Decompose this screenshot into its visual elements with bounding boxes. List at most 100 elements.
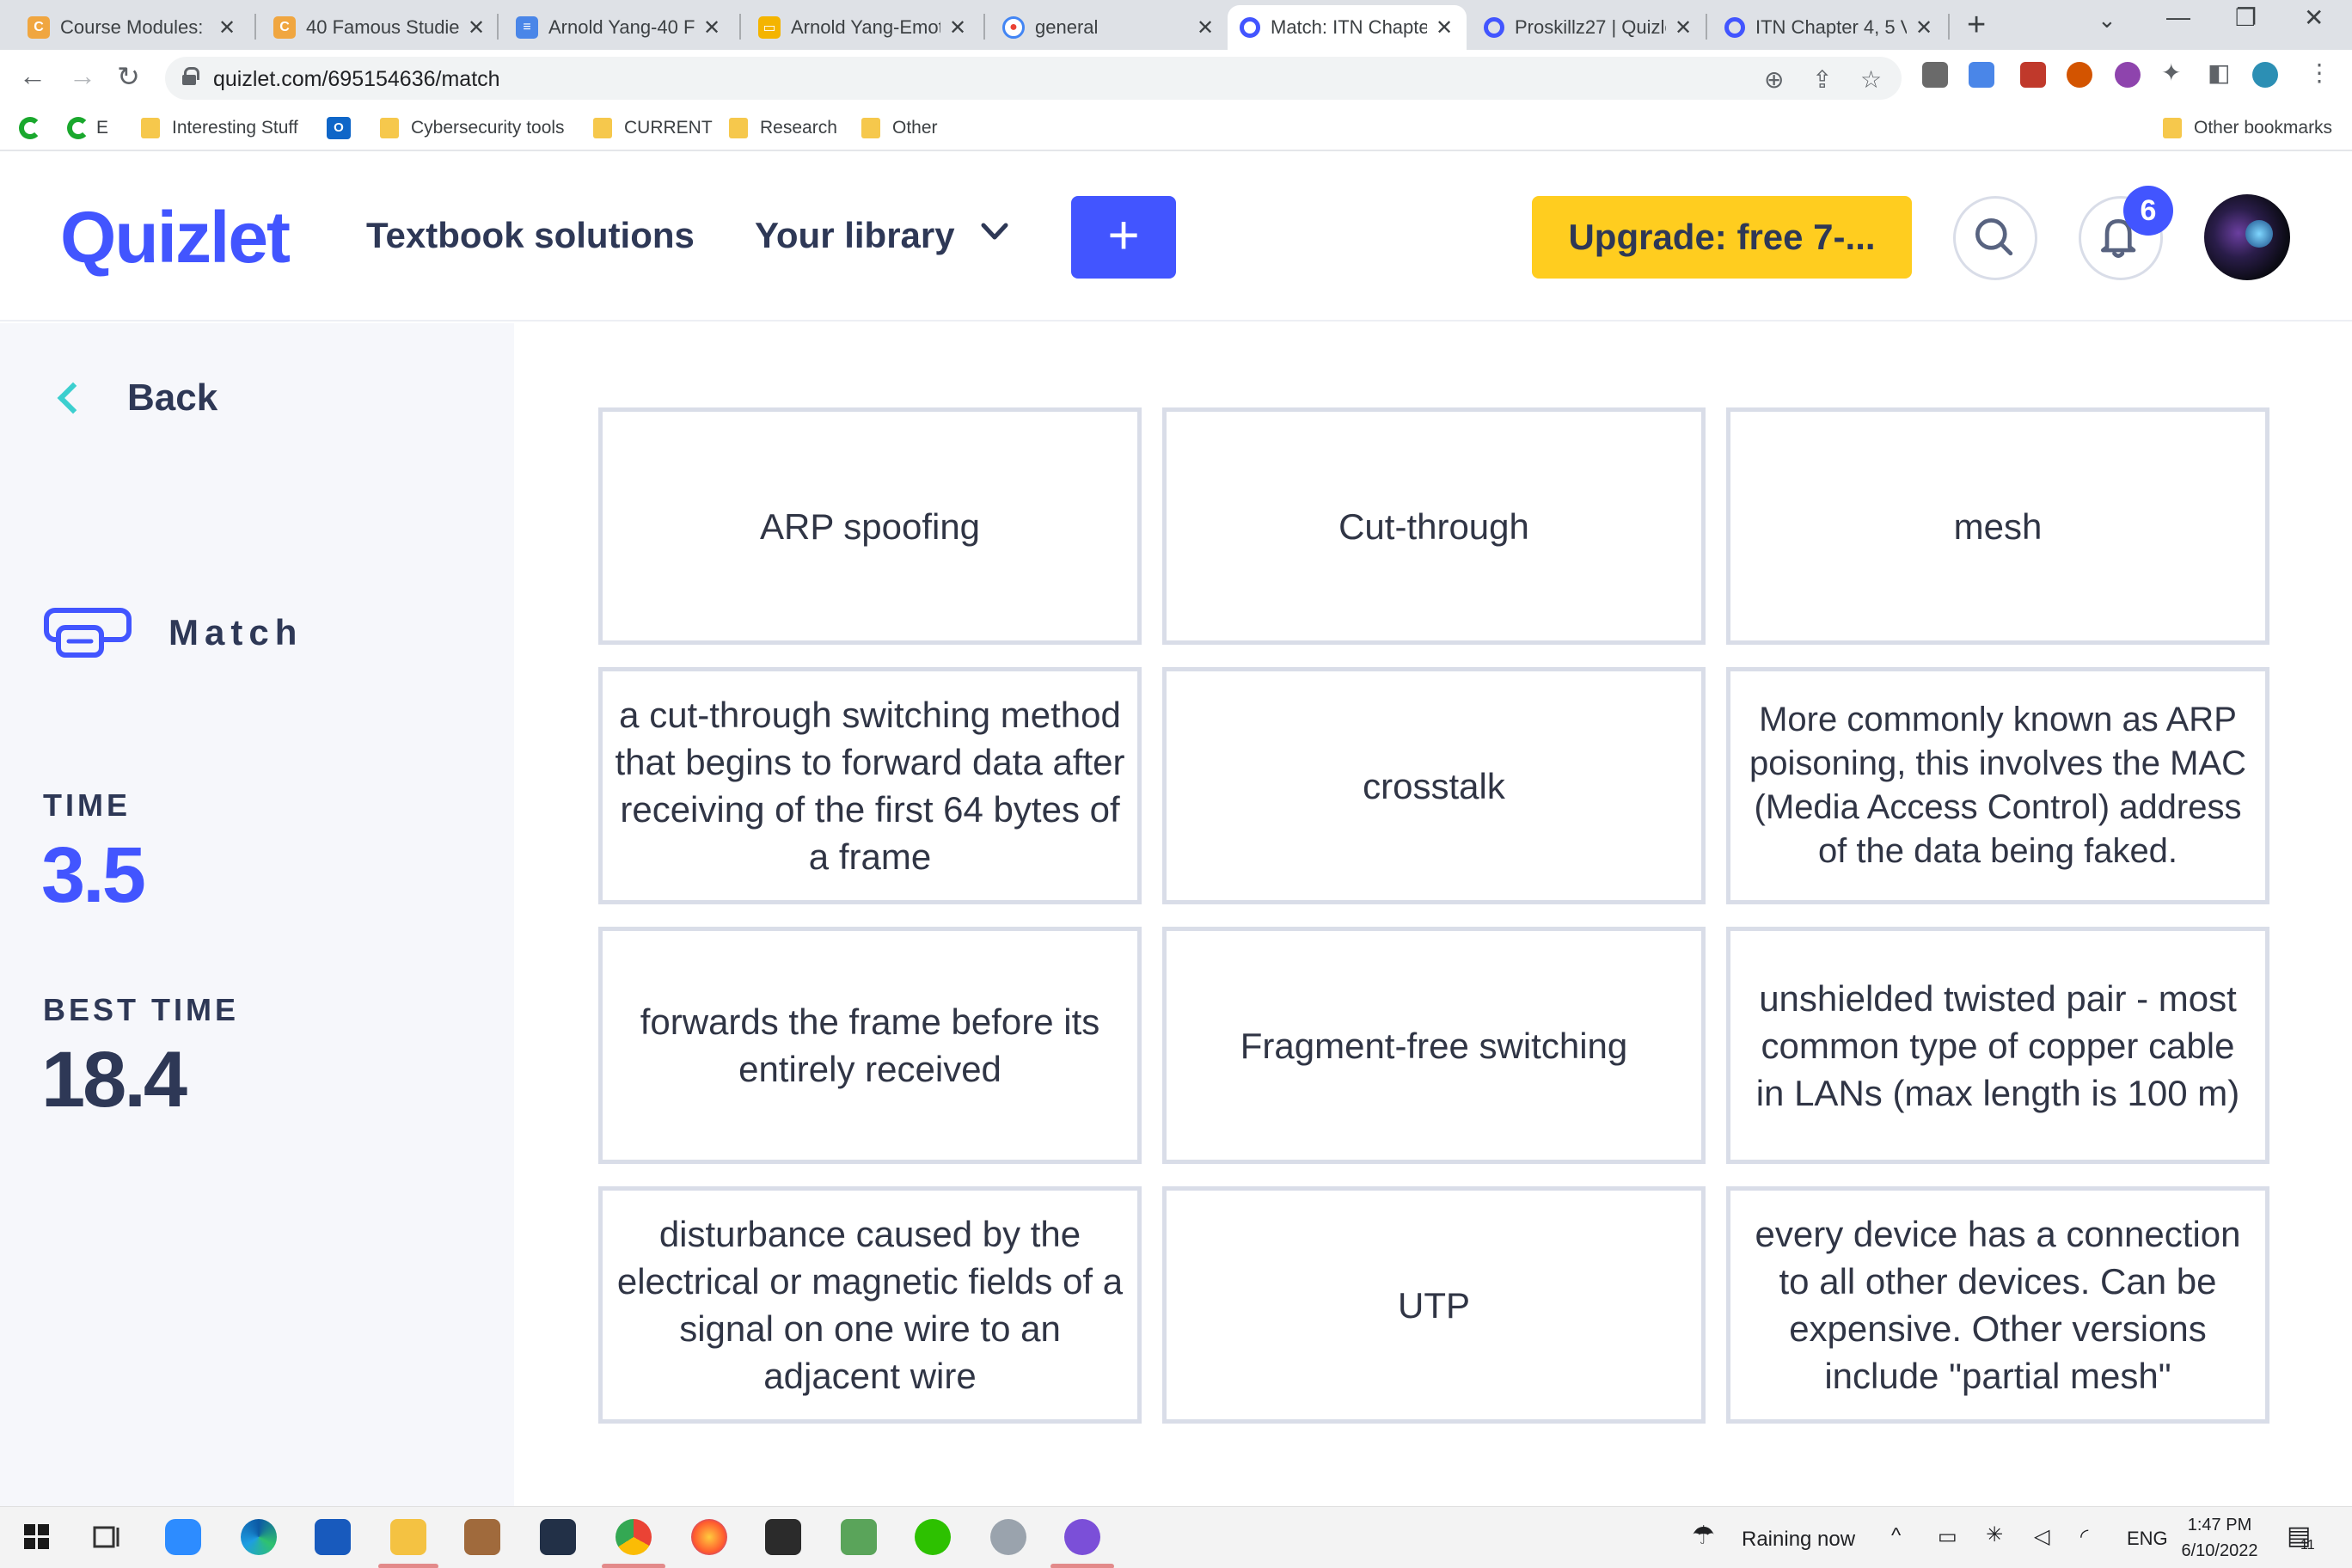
match-card[interactable]: a cut-through switching method that begi… bbox=[598, 667, 1142, 904]
match-card[interactable]: disturbance caused by the electrical or … bbox=[598, 1186, 1142, 1424]
chevron-down-icon[interactable] bbox=[980, 217, 1009, 246]
side-panel-icon[interactable]: ◧ bbox=[2208, 58, 2230, 87]
close-tab-icon[interactable]: ✕ bbox=[701, 15, 722, 40]
ublock-extension-icon[interactable] bbox=[2020, 62, 2046, 88]
zoom-app-icon[interactable] bbox=[165, 1519, 201, 1555]
battery-icon[interactable]: ▭ bbox=[1938, 1524, 1957, 1549]
chevron-left-icon bbox=[57, 382, 89, 414]
tab-arnold-doc[interactable]: ≡ Arnold Yang-40 Fa ✕ bbox=[504, 5, 734, 50]
translate-extension-icon[interactable] bbox=[1969, 62, 1994, 88]
new-tab-button[interactable]: + bbox=[1967, 7, 1986, 44]
tab-course-modules[interactable]: C Course Modules: I ✕ bbox=[15, 5, 249, 50]
back-arrow-icon[interactable]: ← bbox=[19, 60, 46, 92]
menu-kebab-icon[interactable]: ⋮ bbox=[2307, 58, 2331, 87]
restore-icon[interactable]: ❐ bbox=[2235, 3, 2257, 32]
match-card[interactable]: More commonly known as ARP poisoning, th… bbox=[1726, 667, 2269, 904]
match-card[interactable]: crosstalk bbox=[1162, 667, 1706, 904]
browser-toolbar: ← → ↻ quizlet.com/695154636/match ⊕ ⇪ ☆ … bbox=[0, 50, 2352, 107]
tab-match-active[interactable]: Match: ITN Chapte ✕ bbox=[1228, 5, 1467, 50]
bookmark-star-icon[interactable]: ☆ bbox=[1860, 65, 1882, 94]
folder-icon bbox=[2163, 118, 2182, 138]
address-bar[interactable]: quizlet.com/695154636/match ⊕ ⇪ ☆ bbox=[165, 57, 1902, 100]
tab-proskillz[interactable]: Proskillz27 | Quizle ✕ bbox=[1472, 5, 1706, 50]
app-icon[interactable] bbox=[841, 1519, 877, 1555]
tab-general[interactable]: ● general ✕ bbox=[990, 5, 1228, 50]
bookmark-e[interactable]: E bbox=[67, 115, 108, 141]
search-button[interactable] bbox=[1953, 196, 2037, 280]
match-card[interactable]: every device has a connection to all oth… bbox=[1726, 1186, 2269, 1424]
bookmark-cybersecurity[interactable]: Cybersecurity tools bbox=[380, 115, 565, 141]
wechat-icon[interactable] bbox=[915, 1519, 951, 1555]
quizlet-icon bbox=[1724, 17, 1745, 38]
language-indicator[interactable]: ENG bbox=[2127, 1528, 2168, 1550]
url-text[interactable]: quizlet.com/695154636/match bbox=[213, 67, 500, 92]
close-tab-icon[interactable]: ✕ bbox=[1673, 15, 1694, 40]
weather-icon[interactable]: ☂ bbox=[1692, 1521, 1715, 1551]
firefox-icon[interactable] bbox=[691, 1519, 727, 1555]
your-library-link[interactable]: Your library bbox=[755, 215, 955, 256]
textbook-solutions-link[interactable]: Textbook solutions bbox=[366, 215, 695, 256]
extension-icon[interactable] bbox=[1922, 62, 1948, 88]
tab-itn-chapter[interactable]: ITN Chapter 4, 5 V ✕ bbox=[1712, 5, 1946, 50]
terminal-icon[interactable] bbox=[765, 1519, 801, 1555]
tab-famous-studies[interactable]: C 40 Famous Studie ✕ bbox=[261, 5, 499, 50]
site-header: Quizlet Textbook solutions Your library … bbox=[0, 153, 2352, 322]
chevron-up-icon[interactable]: ^ bbox=[1891, 1524, 1901, 1548]
other-bookmarks[interactable]: Other bookmarks bbox=[2163, 115, 2332, 141]
close-window-icon[interactable]: ✕ bbox=[2304, 3, 2324, 32]
reload-icon[interactable]: ↻ bbox=[117, 60, 140, 93]
match-card[interactable]: forwards the frame before its entirely r… bbox=[598, 927, 1142, 1164]
word-icon[interactable] bbox=[315, 1519, 351, 1555]
bookmark-research[interactable]: Research bbox=[729, 115, 837, 141]
weather-text[interactable]: Raining now bbox=[1742, 1528, 1855, 1552]
app-icon[interactable] bbox=[990, 1519, 1026, 1555]
chrome-icon[interactable] bbox=[616, 1519, 652, 1555]
edge-icon[interactable] bbox=[241, 1519, 277, 1555]
tab-separator bbox=[739, 14, 741, 40]
close-tab-icon[interactable]: ✕ bbox=[947, 15, 968, 40]
tab-search-chevron-icon[interactable]: ⌄ bbox=[2098, 7, 2116, 34]
tab-arnold-slides[interactable]: ▭ Arnold Yang-Emot ✕ bbox=[746, 5, 980, 50]
back-button[interactable]: Back bbox=[53, 377, 217, 420]
puzzle-extensions-icon[interactable]: ✦ bbox=[2161, 58, 2181, 87]
bookmark-current[interactable]: CURRENT bbox=[593, 115, 713, 141]
match-card[interactable]: UTP bbox=[1162, 1186, 1706, 1424]
minimize-icon[interactable]: — bbox=[2166, 3, 2190, 31]
bookmark-other[interactable]: Other bbox=[861, 115, 938, 141]
volume-icon[interactable]: ◁ bbox=[2034, 1524, 2049, 1549]
profile-avatar-icon[interactable] bbox=[2252, 62, 2278, 88]
brave-extension-icon[interactable] bbox=[2067, 62, 2092, 88]
tab-separator bbox=[1948, 14, 1950, 40]
app-icon[interactable] bbox=[1064, 1519, 1100, 1555]
system-clock[interactable]: 1:47 PM 6/10/2022 bbox=[2168, 1512, 2271, 1564]
bookmark-arc[interactable] bbox=[19, 115, 48, 141]
create-button[interactable]: + bbox=[1071, 196, 1176, 279]
app-icon[interactable] bbox=[540, 1519, 576, 1555]
match-card[interactable]: Fragment-free switching bbox=[1162, 927, 1706, 1164]
task-view-icon[interactable] bbox=[89, 1519, 126, 1555]
match-card[interactable]: ARP spoofing bbox=[598, 407, 1142, 645]
bookmark-outlook[interactable]: O bbox=[327, 115, 351, 141]
forward-arrow-icon[interactable]: → bbox=[69, 60, 96, 92]
close-tab-icon[interactable]: ✕ bbox=[217, 15, 237, 40]
app-icon[interactable] bbox=[464, 1519, 500, 1555]
close-tab-icon[interactable]: ✕ bbox=[1434, 15, 1455, 40]
match-card[interactable]: unshielded twisted pair - most common ty… bbox=[1726, 927, 2269, 1164]
brightness-icon[interactable]: ✳ bbox=[1986, 1522, 2003, 1547]
match-card[interactable]: Cut-through bbox=[1162, 407, 1706, 645]
upgrade-button[interactable]: Upgrade: free 7-... bbox=[1532, 196, 1912, 279]
tab-separator bbox=[1706, 14, 1707, 40]
share-icon[interactable]: ⇪ bbox=[1812, 65, 1832, 94]
wifi-icon[interactable]: ◜ bbox=[2080, 1524, 2088, 1549]
user-avatar[interactable] bbox=[2204, 194, 2290, 280]
extension-icon[interactable] bbox=[2115, 62, 2141, 88]
close-tab-icon[interactable]: ✕ bbox=[1914, 15, 1934, 40]
windows-start-icon[interactable] bbox=[19, 1519, 55, 1555]
close-tab-icon[interactable]: ✕ bbox=[466, 15, 487, 40]
zoom-icon[interactable]: ⊕ bbox=[1764, 65, 1784, 94]
match-card[interactable]: mesh bbox=[1726, 407, 2269, 645]
quizlet-logo[interactable]: Quizlet bbox=[60, 196, 291, 279]
bookmark-interesting[interactable]: Interesting Stuff bbox=[141, 115, 298, 141]
file-explorer-icon[interactable] bbox=[390, 1519, 426, 1555]
close-tab-icon[interactable]: ✕ bbox=[1195, 15, 1216, 40]
